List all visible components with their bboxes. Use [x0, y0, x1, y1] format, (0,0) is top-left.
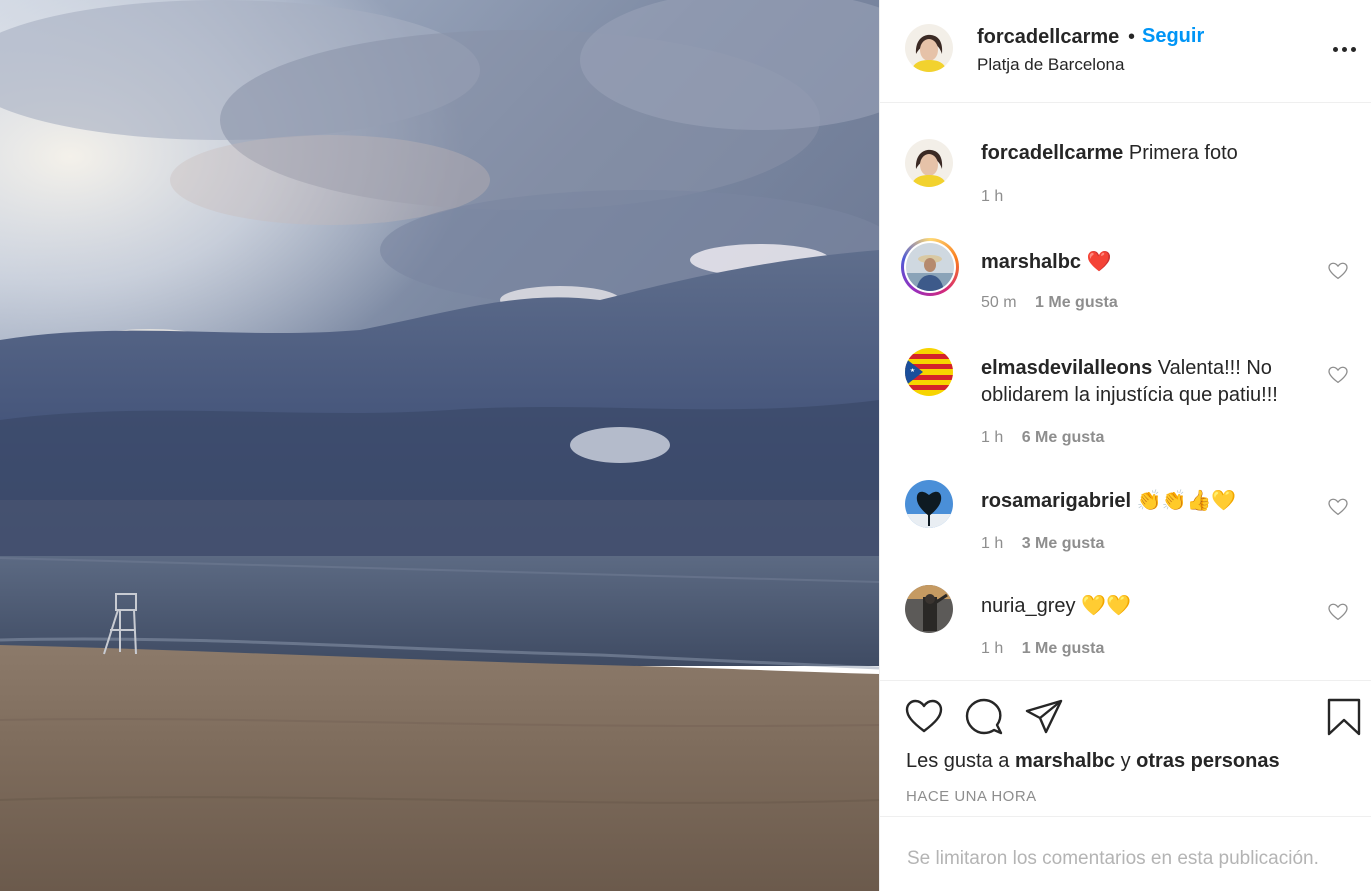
post-location[interactable]: Platja de Barcelona [977, 55, 1124, 75]
liked-by-conj: y [1120, 750, 1131, 772]
post-photo[interactable] [0, 0, 879, 891]
comment-time[interactable]: 1 h [981, 429, 1003, 446]
caption-time-label[interactable]: 1 h [981, 188, 1003, 205]
comment-likes[interactable]: 3 Me gusta [1022, 535, 1105, 552]
commenter-avatar[interactable] [905, 480, 953, 528]
comment-icon[interactable] [964, 697, 1004, 737]
more-horizontal-icon[interactable] [1330, 36, 1360, 62]
caption: forcadellcarme Primera foto 1 h [880, 138, 1371, 218]
comment-time[interactable]: 1 h [981, 640, 1003, 657]
comment-like-heart-icon[interactable] [1328, 603, 1348, 621]
comment-username[interactable]: nuria_grey [981, 595, 1076, 617]
comment-likes[interactable]: 1 Me gusta [1022, 640, 1105, 657]
comment-meta: 1 h 1 Me gusta [981, 640, 1104, 658]
comment-meta: 50 m 1 Me gusta [981, 294, 1118, 312]
comment-text: elmasdevilalleons Valenta!!! No oblidare… [981, 355, 1321, 409]
comment-text: marshalbc ❤️ [981, 248, 1321, 276]
comment-username[interactable]: rosamarigabriel [981, 490, 1131, 512]
comment-item: marshalbc ❤️ 50 m 1 Me gusta [880, 238, 1371, 328]
caption-body: Primera foto [1128, 142, 1238, 164]
comment-item: rosamarigabriel 👏👏👍💛 1 h 3 Me gusta [880, 479, 1371, 569]
comment-meta: 1 h 6 Me gusta [981, 429, 1104, 447]
comment-likes[interactable]: 1 Me gusta [1035, 294, 1118, 311]
liked-by-prefix: Les gusta a [906, 750, 1010, 772]
follow-button[interactable]: Seguir [1142, 25, 1204, 48]
commenter-avatar[interactable] [905, 348, 953, 396]
liked-by-user[interactable]: marshalbc [1015, 750, 1115, 772]
comments-list[interactable]: forcadellcarme Primera foto 1 h marshalb… [880, 104, 1371, 680]
comments-limited-text: Se limitaron los comentarios en esta pub… [907, 848, 1319, 869]
comment-likes[interactable]: 6 Me gusta [1022, 429, 1105, 446]
commenter-avatar[interactable] [906, 243, 954, 291]
comment-body: ❤️ [1086, 249, 1112, 273]
comment-like-heart-icon[interactable] [1328, 498, 1348, 516]
comment-time[interactable]: 1 h [981, 535, 1003, 552]
post-header: forcadellcarme • Seguir Platja de Barcel… [880, 0, 1371, 103]
comment-item: elmasdevilalleons Valenta!!! No oblidare… [880, 347, 1371, 457]
comment-like-heart-icon[interactable] [1328, 366, 1348, 384]
author-username[interactable]: forcadellcarme [977, 26, 1119, 49]
comment-item: nuria_grey 💛💛 1 h 1 Me gusta [880, 584, 1371, 674]
comment-text: rosamarigabriel 👏👏👍💛 [981, 487, 1321, 515]
comments-limited-bar: Se limitaron los comentarios en esta pub… [880, 816, 1371, 891]
heart-icon[interactable] [904, 697, 944, 737]
post-timestamp[interactable]: HACE UNA HORA [906, 788, 1037, 805]
bookmark-icon[interactable] [1324, 697, 1364, 737]
comment-body: 💛💛 [1081, 593, 1131, 617]
author-avatar[interactable] [905, 24, 953, 72]
comment-time[interactable]: 50 m [981, 294, 1017, 311]
comment-username[interactable]: marshalbc [981, 251, 1081, 273]
comment-like-heart-icon[interactable] [1328, 262, 1348, 280]
commenter-avatar[interactable] [905, 585, 953, 633]
share-icon[interactable] [1024, 697, 1064, 737]
caption-time[interactable]: 1 h [981, 188, 1003, 206]
caption-username[interactable]: forcadellcarme [981, 142, 1123, 164]
post-panel: forcadellcarme • Seguir Platja de Barcel… [879, 0, 1371, 891]
comment-username[interactable]: elmasdevilalleons [981, 357, 1152, 379]
beach-storm-image [0, 0, 879, 891]
liked-by-others[interactable]: otras personas [1136, 750, 1279, 772]
comment-body: 👏👏👍💛 [1136, 488, 1237, 512]
liked-by: Les gusta a marshalbc y otras personas [906, 750, 1280, 773]
caption-text: forcadellcarme Primera foto [981, 140, 1321, 167]
comment-text: nuria_grey 💛💛 [981, 592, 1321, 620]
separator-dot: • [1128, 26, 1136, 48]
caption-avatar[interactable] [905, 139, 953, 187]
comment-meta: 1 h 3 Me gusta [981, 535, 1104, 553]
post-actions: Les gusta a marshalbc y otras personas H… [880, 680, 1371, 816]
